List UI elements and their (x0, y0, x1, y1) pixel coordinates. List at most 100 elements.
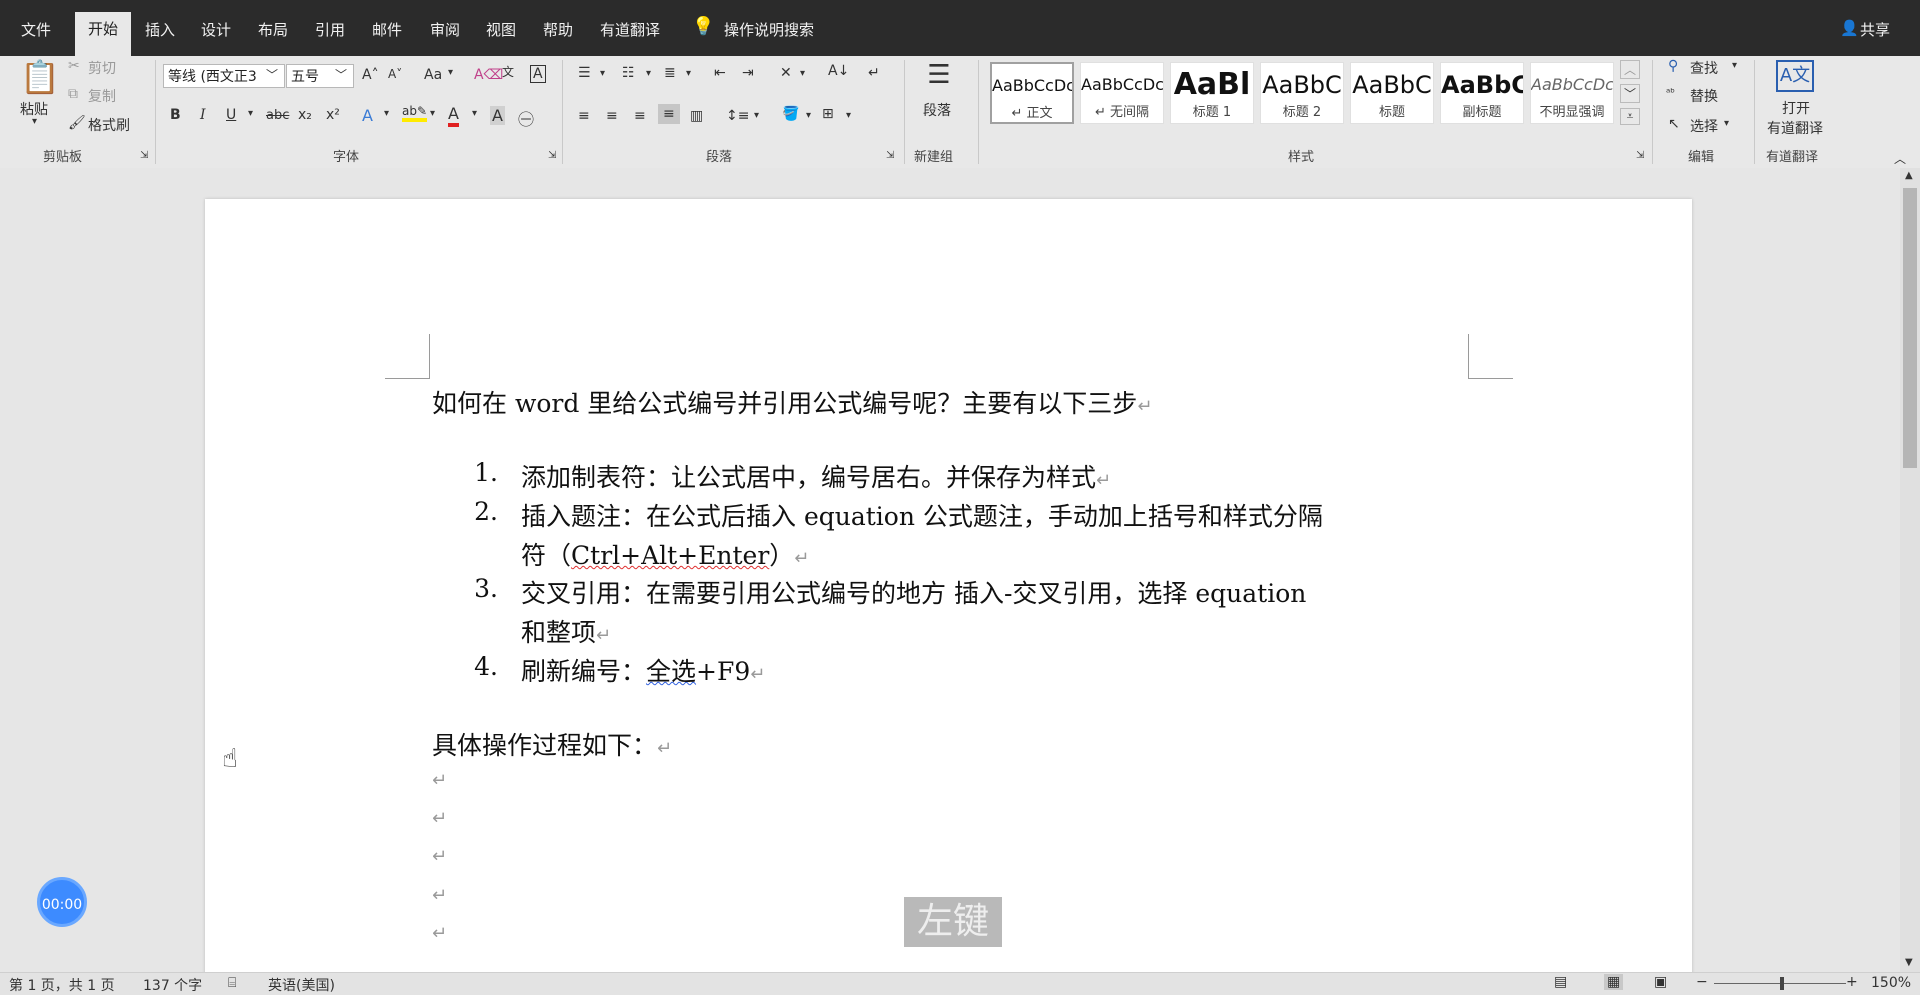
empty-paragraph[interactable]: ↵ (432, 808, 447, 829)
tab-home[interactable]: 开始 (75, 12, 131, 56)
tell-me-search[interactable]: 操作说明搜索 (724, 19, 814, 40)
change-case-button[interactable]: Aa (424, 67, 442, 83)
scrollbar-thumb[interactable] (1903, 188, 1917, 468)
sort-icon[interactable]: A↓ (828, 63, 849, 79)
style-title[interactable]: AaBbC 标题 (1350, 62, 1434, 124)
enclose-characters-icon[interactable]: ㊀ (518, 106, 534, 130)
borders-dropdown-icon[interactable]: ▾ (846, 110, 851, 121)
line-spacing-icon[interactable]: ↕≡ (726, 108, 749, 124)
font-color-icon[interactable]: A (448, 104, 459, 127)
text-effects-icon[interactable]: A (362, 106, 373, 125)
font-name-dropdown-icon[interactable]: ﹀ (266, 66, 278, 83)
paragraph-settings-icon[interactable]: ☰ (922, 60, 956, 90)
clear-formatting-icon[interactable]: A⌫ (474, 67, 503, 83)
format-painter-button[interactable]: 格式刷 (88, 115, 130, 135)
italic-button[interactable]: I (200, 107, 206, 123)
paste-dropdown-icon[interactable]: ▾ (32, 116, 37, 127)
page-count[interactable]: 第 1 页，共 1 页 (9, 975, 115, 995)
change-case-dropdown-icon[interactable]: ▾ (448, 67, 453, 78)
new-group-paragraph-button[interactable]: 段落 (923, 100, 951, 120)
numbering-dropdown-icon[interactable]: ▾ (646, 68, 651, 79)
chinese-layout-icon[interactable]: ✕ (780, 65, 792, 81)
tab-help[interactable]: 帮助 (543, 19, 573, 40)
subscript-button[interactable]: x₂ (298, 107, 312, 123)
list-item-4[interactable]: 刷新编号：全选+F9↵ (521, 652, 765, 688)
style-heading-2[interactable]: AaBbC 标题 2 (1260, 62, 1344, 124)
shading-dropdown-icon[interactable]: ▾ (806, 110, 811, 121)
tab-view[interactable]: 视图 (486, 19, 516, 40)
web-layout-icon[interactable]: ▣ (1654, 974, 1667, 990)
style-subtle-emphasis[interactable]: AaBbCcDc 不明显强调 (1530, 62, 1614, 124)
zoom-level[interactable]: 150% (1871, 975, 1911, 991)
text-effects-dropdown-icon[interactable]: ▾ (384, 108, 389, 119)
tab-insert[interactable]: 插入 (145, 19, 175, 40)
empty-paragraph[interactable]: ↵ (432, 885, 447, 906)
bullets-dropdown-icon[interactable]: ▾ (600, 68, 605, 79)
grow-font-icon[interactable]: A˄ (362, 67, 379, 83)
select-button[interactable]: 选择 (1690, 116, 1718, 136)
align-center-icon[interactable]: ≡ (606, 108, 618, 124)
style-subtitle[interactable]: AaBbC 副标题 (1440, 62, 1524, 124)
youdao-open-button-line2[interactable]: 有道翻译 (1767, 118, 1823, 138)
numbering-icon[interactable]: ☷ (622, 65, 635, 81)
styles-scroll-up-icon[interactable]: ︿ (1620, 60, 1640, 79)
increase-indent-icon[interactable]: ⇥ (742, 65, 754, 81)
highlight-dropdown-icon[interactable]: ▾ (430, 108, 435, 119)
zoom-in-icon[interactable]: + (1846, 974, 1858, 990)
styles-scroll-down-icon[interactable]: ﹀ (1620, 84, 1640, 103)
tab-references[interactable]: 引用 (315, 19, 345, 40)
phonetic-guide-icon[interactable]: 文 (502, 63, 514, 80)
zoom-out-icon[interactable]: − (1696, 974, 1708, 990)
shrink-font-icon[interactable]: A˅ (388, 67, 402, 81)
line-spacing-dropdown-icon[interactable]: ▾ (754, 110, 759, 121)
cut-button[interactable]: 剪切 (88, 58, 116, 78)
character-shading-icon[interactable]: A (490, 106, 505, 125)
language-indicator[interactable]: 英语(美国) (268, 975, 335, 995)
scroll-down-icon[interactable]: ▼ (1905, 957, 1913, 968)
font-color-dropdown-icon[interactable]: ▾ (472, 108, 477, 119)
underline-dropdown-icon[interactable]: ▾ (248, 108, 253, 119)
decrease-indent-icon[interactable]: ⇤ (714, 65, 726, 81)
process-heading[interactable]: 具体操作过程如下：↵ (432, 726, 672, 762)
youdao-open-button[interactable]: 打开 (1782, 98, 1810, 118)
styles-launcher-icon[interactable]: ⇲ (1636, 150, 1644, 161)
intro-paragraph[interactable]: 如何在 word 里给公式编号并引用公式编号呢？主要有以下三步↵ (432, 384, 1152, 420)
strikethrough-button[interactable]: abc (266, 108, 289, 123)
font-size-dropdown-icon[interactable]: ﹀ (335, 66, 347, 83)
multilevel-list-icon[interactable]: ≣ (664, 65, 676, 81)
youdao-translate-icon[interactable]: A文 (1776, 60, 1814, 92)
clipboard-launcher-icon[interactable]: ⇲ (140, 150, 148, 161)
read-mode-icon[interactable]: ▤ (1554, 974, 1567, 990)
distributed-icon[interactable]: ▥ (690, 108, 703, 124)
shading-icon[interactable]: 🪣 (782, 106, 799, 122)
print-layout-icon[interactable]: ▦ (1604, 974, 1624, 990)
find-button[interactable]: 查找 (1690, 58, 1718, 78)
empty-paragraph[interactable]: ↵ (432, 770, 447, 791)
multilevel-dropdown-icon[interactable]: ▾ (686, 68, 691, 79)
tab-layout[interactable]: 布局 (258, 19, 288, 40)
recording-timer[interactable]: 00:00 (37, 877, 87, 927)
select-dropdown-icon[interactable]: ▾ (1724, 118, 1729, 129)
superscript-button[interactable]: x² (326, 107, 340, 123)
empty-paragraph[interactable]: ↵ (432, 923, 447, 944)
empty-paragraph[interactable]: ↵ (432, 846, 447, 867)
tab-review[interactable]: 审阅 (430, 19, 460, 40)
zoom-slider-handle[interactable] (1780, 977, 1784, 990)
tab-youdao[interactable]: 有道翻译 (600, 19, 660, 40)
show-marks-icon[interactable]: ↵ (868, 65, 880, 81)
chinese-layout-dropdown-icon[interactable]: ▾ (800, 68, 805, 79)
list-item-3[interactable]: 交叉引用：在需要引用公式编号的地方 插入-交叉引用，选择 equation (521, 574, 1306, 610)
replace-button[interactable]: 替换 (1690, 86, 1718, 106)
style-normal[interactable]: AaBbCcDc ↵ 正文 (990, 62, 1074, 124)
bullets-icon[interactable]: ☰ (578, 65, 591, 81)
paste-icon[interactable]: 📋 (20, 58, 60, 98)
character-border-icon[interactable]: A (530, 65, 546, 83)
scroll-up-icon[interactable]: ▲ (1905, 170, 1913, 181)
align-right-icon[interactable]: ≡ (634, 108, 646, 124)
list-item-2-line2[interactable]: 符（Ctrl+Alt+Enter）↵ (521, 536, 809, 572)
word-count[interactable]: 137 个字 (143, 975, 202, 995)
share-button[interactable]: 共享 (1860, 19, 1890, 40)
underline-button[interactable]: U (226, 107, 236, 123)
proofing-icon[interactable]: ⌸ (228, 975, 236, 991)
list-item-3-line2[interactable]: 和整项↵ (521, 613, 611, 649)
